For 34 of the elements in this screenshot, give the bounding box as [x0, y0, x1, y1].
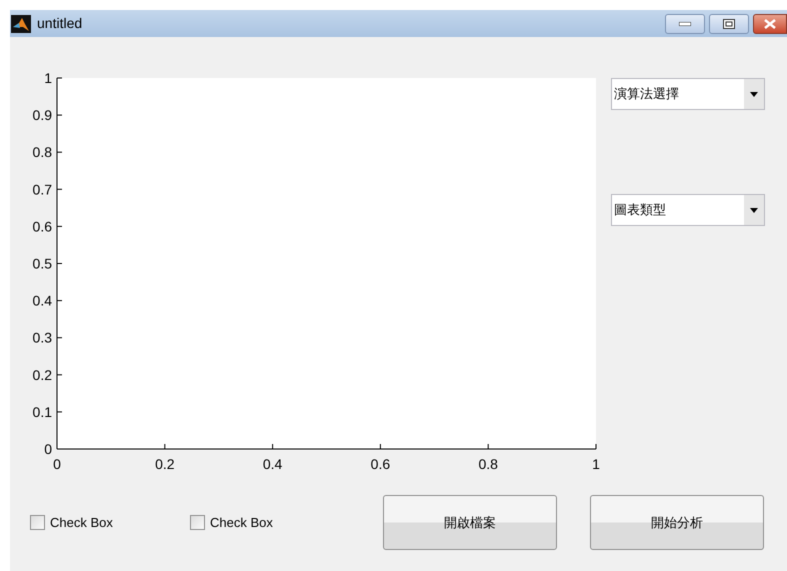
- checkbox-label: Check Box: [50, 514, 113, 532]
- tick-label: 0.9: [32, 107, 52, 124]
- tick-label: 0.8: [478, 456, 498, 472]
- close-icon: [764, 18, 776, 28]
- tick-label: 0.2: [32, 366, 52, 383]
- app-logo-icon: [11, 14, 31, 32]
- maximize-icon: [723, 18, 735, 28]
- tick-label: 0: [53, 456, 61, 472]
- tick-label: 0.6: [370, 456, 390, 472]
- tick-label: 0.3: [32, 330, 52, 346]
- action-button[interactable]: 開始分析: [590, 495, 764, 550]
- tick-label: 1: [44, 70, 52, 86]
- tick-label: 0.1: [32, 404, 52, 420]
- tick-label: 0.4: [262, 456, 282, 472]
- caret-icon: [750, 92, 758, 96]
- tick-label: 0.6: [32, 218, 52, 234]
- tick-label: 0.7: [32, 181, 52, 198]
- checkbox[interactable]: [190, 515, 205, 530]
- dropdown[interactable]: 演算法選擇: [611, 78, 765, 110]
- dropdown[interactable]: 圖表類型: [611, 194, 765, 226]
- window-title: untitled: [37, 14, 82, 33]
- tick-label: 0.4: [32, 292, 52, 309]
- action-button[interactable]: 開啟檔案: [383, 495, 557, 550]
- tick-label: 0.8: [32, 144, 52, 160]
- checkbox-label: Check Box: [210, 514, 273, 532]
- tick-label: 0: [44, 441, 52, 457]
- checkbox[interactable]: [30, 515, 45, 530]
- minimize-icon: [679, 22, 691, 26]
- caret-icon: [750, 208, 758, 212]
- tick-label: 0.2: [155, 456, 175, 472]
- close-button[interactable]: [753, 14, 787, 34]
- maximize-button[interactable]: [709, 14, 749, 34]
- tick-label: 0.5: [32, 256, 52, 272]
- tick-label: 1: [592, 456, 600, 472]
